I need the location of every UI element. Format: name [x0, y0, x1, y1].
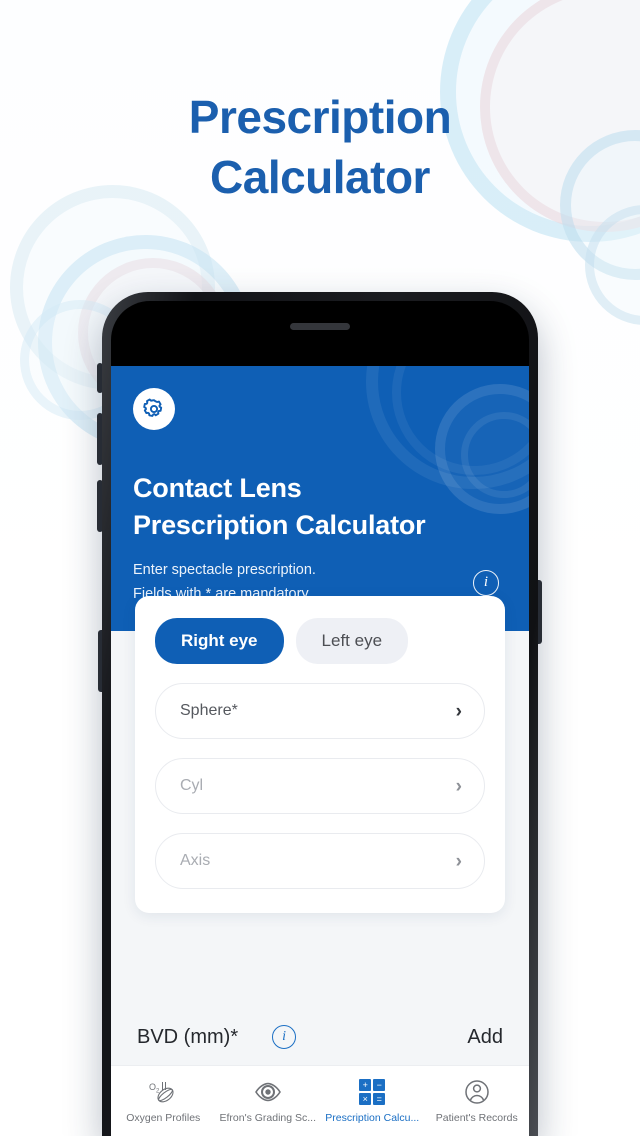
app-title: Contact Lens Prescription Calculator: [133, 470, 507, 543]
nav-item-efrons-grading-scale[interactable]: Efron's Grading Sc...: [216, 1066, 321, 1136]
chevron-right-icon: ›: [455, 775, 462, 797]
add-button[interactable]: Add: [467, 1026, 503, 1049]
nav-label-efrons-grading-scale: Efron's Grading Sc...: [219, 1112, 317, 1124]
settings-button[interactable]: [133, 388, 175, 430]
nav-item-patients-records[interactable]: Patient's Records: [425, 1066, 530, 1136]
nav-label-oxygen-profiles: Oxygen Profiles: [126, 1112, 201, 1124]
field-sphere[interactable]: Sphere* ›: [155, 683, 485, 739]
phone-mockup: Contact Lens Prescription Calculator Ent…: [102, 292, 538, 1136]
header-info-icon[interactable]: i: [473, 569, 499, 596]
field-cyl-label: Cyl: [180, 777, 204, 794]
page-title-line1: Prescription: [188, 91, 452, 143]
oxygen-profile-icon: O 2: [148, 1078, 178, 1106]
app-title-line2: Prescription Calculator: [133, 509, 426, 540]
app-screen: Contact Lens Prescription Calculator Ent…: [111, 366, 529, 1136]
nav-item-oxygen-profiles[interactable]: O 2 Oxygen Profiles: [111, 1066, 216, 1136]
nav-label-prescription-calculator: Prescription Calcu...: [325, 1112, 420, 1124]
decorative-bubble: [585, 205, 640, 325]
person-icon: [463, 1078, 491, 1106]
app-subtitle-line1: Enter spectacle prescription.: [133, 562, 316, 579]
calc-symbol-plus: +: [359, 1079, 372, 1091]
chevron-right-icon: ›: [455, 850, 462, 872]
field-cyl[interactable]: Cyl ›: [155, 758, 485, 814]
phone-screen-bezel: Contact Lens Prescription Calculator Ent…: [111, 301, 529, 1136]
field-axis[interactable]: Axis ›: [155, 833, 485, 889]
gear-icon: [143, 398, 163, 417]
field-axis-label: Axis: [180, 852, 211, 869]
tab-right-eye[interactable]: Right eye: [155, 618, 284, 664]
calc-symbol-multiply: ×: [359, 1093, 372, 1105]
tab-left-eye[interactable]: Left eye: [295, 618, 409, 664]
prescription-card: Right eye Left eye Sphere* › Cyl › Axis …: [135, 596, 505, 913]
bottom-navigation: O 2 Oxygen Profiles Efron's Grading Sc..…: [111, 1065, 529, 1136]
svg-text:O: O: [149, 1082, 156, 1092]
page-title-line2: Calculator: [210, 150, 430, 203]
header-decorative-ring: [392, 366, 529, 475]
eye-tabs: Right eye Left eye: [155, 618, 485, 664]
nav-item-prescription-calculator[interactable]: + − × = Prescription Calcu...: [320, 1066, 425, 1136]
app-header: Contact Lens Prescription Calculator Ent…: [111, 366, 529, 631]
field-sphere-label: Sphere*: [180, 702, 238, 719]
calc-symbol-minus: −: [373, 1079, 386, 1091]
bvd-row: BVD (mm)* i Add: [111, 1006, 529, 1068]
phone-earpiece-speaker: [290, 323, 350, 330]
calculator-icon: + − × =: [359, 1078, 386, 1106]
chevron-right-icon: ›: [455, 700, 462, 722]
bvd-label: BVD (mm)*: [137, 1025, 239, 1048]
page-title: Prescription Calculator: [0, 88, 640, 208]
eye-icon: [253, 1078, 283, 1106]
bvd-info-icon[interactable]: i: [272, 1025, 297, 1049]
calc-symbol-equals: =: [373, 1093, 386, 1105]
app-title-line1: Contact Lens: [133, 473, 302, 503]
nav-label-patients-records: Patient's Records: [435, 1112, 518, 1124]
